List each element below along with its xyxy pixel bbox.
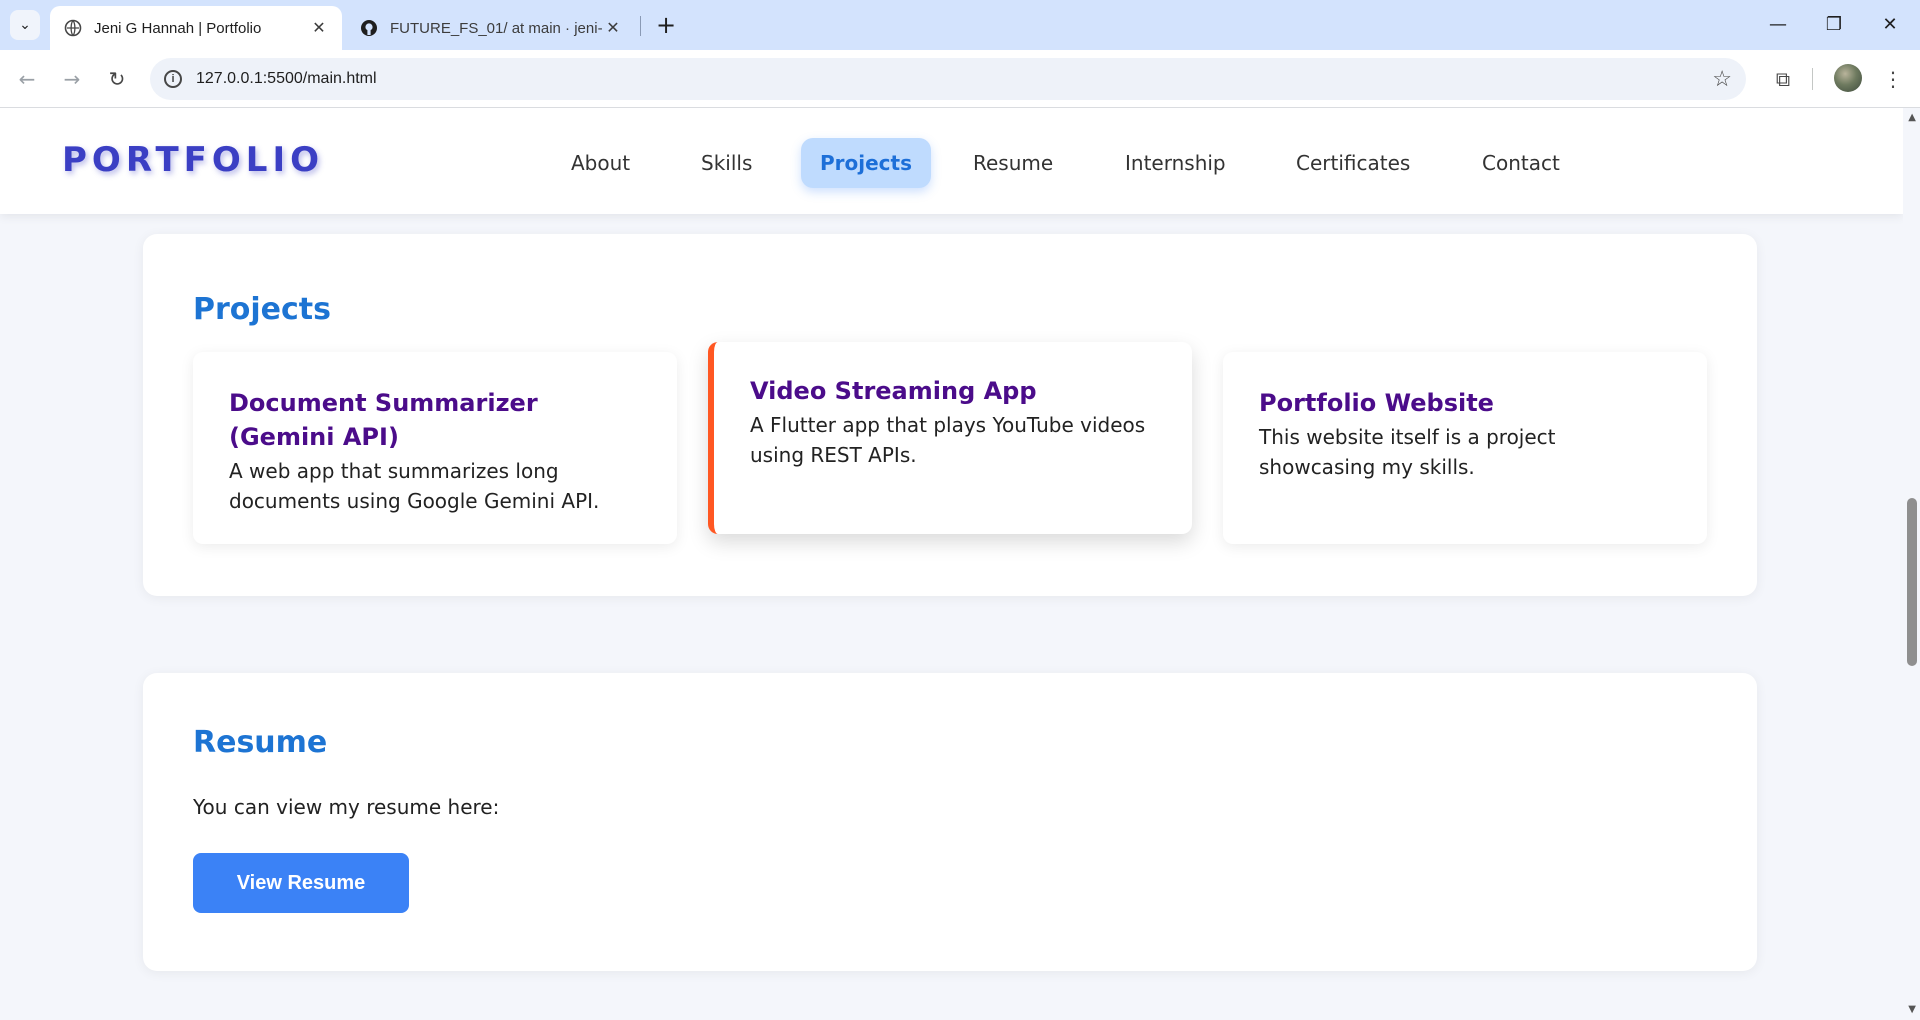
project-card-title: Portfolio Website xyxy=(1259,389,1494,417)
restore-icon[interactable]: ❐ xyxy=(1806,8,1862,42)
back-arrow-icon[interactable]: ← xyxy=(10,62,44,96)
nav-link-about[interactable]: About xyxy=(552,138,649,188)
window-close-icon[interactable]: ✕ xyxy=(1862,8,1918,42)
nav-link-resume[interactable]: Resume xyxy=(954,138,1072,188)
project-card-description: A Flutter app that plays YouTube videos … xyxy=(750,413,1146,467)
browser-toolbar: ← → ↻ i 127.0.0.1:5500/main.html ☆ ⧉ ⋮ xyxy=(0,50,1920,108)
resume-text: You can view my resume here: xyxy=(193,795,500,819)
projects-heading: Projects xyxy=(193,292,332,327)
browser-tab-github[interactable]: FUTURE_FS_01/ at main · jeni-g ✕ xyxy=(346,6,636,50)
site-info-icon[interactable]: i xyxy=(164,70,182,88)
browser-tab-strip: ⌄ Jeni G Hannah | Portfolio ✕ FUTURE_FS_… xyxy=(0,0,1920,50)
nav-link-skills[interactable]: Skills xyxy=(682,138,771,188)
browser-tab-portfolio[interactable]: Jeni G Hannah | Portfolio ✕ xyxy=(50,6,342,50)
project-card[interactable]: Document Summarizer (Gemini API) A web a… xyxy=(193,352,677,544)
scroll-down-arrow-icon[interactable]: ▼ xyxy=(1908,1004,1916,1015)
reload-icon[interactable]: ↻ xyxy=(100,62,134,96)
projects-section: Projects Document Summarizer (Gemini API… xyxy=(143,234,1757,596)
address-bar[interactable]: i 127.0.0.1:5500/main.html ☆ xyxy=(150,58,1746,100)
project-card-title: Document Summarizer (Gemini API) xyxy=(229,389,538,451)
bookmark-star-icon[interactable]: ☆ xyxy=(1712,66,1732,92)
resume-section: Resume You can view my resume here: View… xyxy=(143,673,1757,971)
nav-link-projects[interactable]: Projects xyxy=(801,138,932,188)
project-card-description: This website itself is a project showcas… xyxy=(1259,425,1556,479)
nav-link-internship[interactable]: Internship xyxy=(1106,138,1245,188)
tab-title: Jeni G Hannah | Portfolio xyxy=(94,19,262,37)
close-icon[interactable]: ✕ xyxy=(308,18,330,38)
nav-link-certificates[interactable]: Certificates xyxy=(1277,138,1429,188)
tab-search-chevron-icon[interactable]: ⌄ xyxy=(10,10,40,40)
profile-avatar[interactable] xyxy=(1834,64,1862,92)
tab-separator xyxy=(640,16,641,36)
resume-heading: Resume xyxy=(193,725,328,760)
tab-title: FUTURE_FS_01/ at main · jeni-g xyxy=(390,19,602,37)
close-icon[interactable]: ✕ xyxy=(602,18,624,38)
project-card[interactable]: Portfolio Website This website itself is… xyxy=(1223,352,1707,544)
toolbar-divider xyxy=(1812,68,1813,90)
url-text: 127.0.0.1:5500/main.html xyxy=(196,70,377,87)
extensions-puzzle-icon[interactable]: ⧉ xyxy=(1766,62,1800,96)
globe-icon xyxy=(64,19,82,37)
scroll-up-arrow-icon[interactable]: ▲ xyxy=(1908,112,1916,123)
project-card-description: A web app that summarizes long documents… xyxy=(229,459,600,513)
view-resume-button[interactable]: View Resume xyxy=(193,853,409,913)
scrollbar-thumb[interactable] xyxy=(1907,498,1917,666)
nav-link-contact[interactable]: Contact xyxy=(1463,138,1579,188)
site-logo[interactable]: PORTFOLIO xyxy=(62,140,324,180)
github-icon xyxy=(361,20,377,36)
page-viewport: Projects Document Summarizer (Gemini API… xyxy=(0,108,1920,1020)
site-header: PORTFOLIO About Skills Projects Resume I… xyxy=(0,108,1903,214)
project-card-title: Video Streaming App xyxy=(750,377,1037,405)
minimize-icon[interactable]: — xyxy=(1750,8,1806,42)
project-card[interactable]: Video Streaming App A Flutter app that p… xyxy=(708,342,1192,534)
more-menu-icon[interactable]: ⋮ xyxy=(1876,62,1910,96)
forward-arrow-icon[interactable]: → xyxy=(55,62,89,96)
new-tab-plus-icon[interactable]: + xyxy=(652,12,680,40)
